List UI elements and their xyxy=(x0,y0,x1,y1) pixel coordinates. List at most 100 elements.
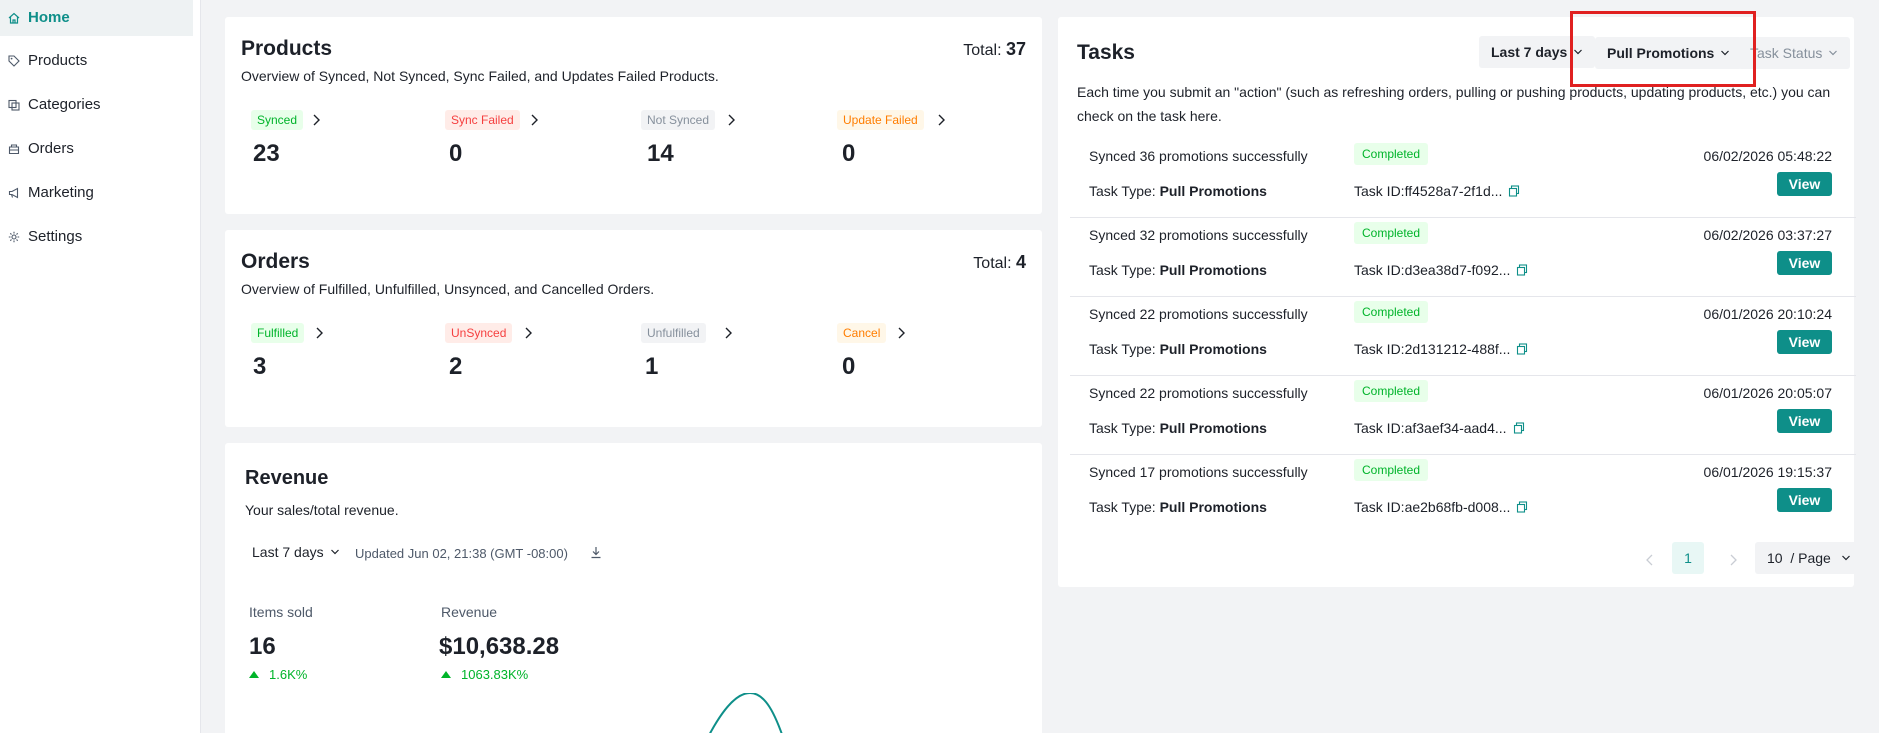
products-title: Products xyxy=(241,37,333,60)
task-type: Task Type: Pull Promotions xyxy=(1089,183,1267,199)
home-icon xyxy=(8,12,20,24)
task-list: Synced 36 promotions successfully Comple… xyxy=(1070,139,1856,539)
sidebar-item-orders[interactable]: Orders xyxy=(0,130,193,167)
chevron-right-icon[interactable] xyxy=(311,113,321,127)
sidebar-item-products[interactable]: Products xyxy=(0,42,193,79)
task-row: Synced 36 promotions successfully Comple… xyxy=(1070,139,1856,218)
tag-icon xyxy=(8,54,20,67)
categories-icon xyxy=(8,99,20,111)
task-status-badge: Completed xyxy=(1354,459,1429,481)
sidebar-item-marketing[interactable]: Marketing xyxy=(0,174,193,211)
task-status-badge: Completed xyxy=(1354,222,1429,244)
gear-icon xyxy=(8,231,20,243)
sidebar-item-label: Settings xyxy=(28,228,83,245)
sidebar: Home Products Categories Orders Marketin… xyxy=(0,0,201,733)
copy-icon[interactable] xyxy=(1513,422,1525,434)
view-button[interactable]: View xyxy=(1777,330,1832,354)
arrow-up-icon xyxy=(249,671,259,678)
not-synced-count: 14 xyxy=(647,140,674,167)
next-page-icon[interactable] xyxy=(1728,553,1738,566)
task-status-badge: Completed xyxy=(1354,380,1429,402)
update-failed-count: 0 xyxy=(842,140,856,167)
task-message: Synced 17 promotions successfully xyxy=(1089,464,1308,480)
sidebar-item-label: Marketing xyxy=(28,184,94,201)
products-subtitle: Overview of Synced, Not Synced, Sync Fai… xyxy=(241,68,719,84)
task-type: Task Type: Pull Promotions xyxy=(1089,262,1267,278)
sidebar-item-settings[interactable]: Settings xyxy=(0,218,193,255)
orders-subtitle: Overview of Fulfilled, Unfulfilled, Unsy… xyxy=(241,281,655,297)
orders-title: Orders xyxy=(241,250,310,273)
tasks-title: Tasks xyxy=(1077,41,1135,64)
task-id: Task ID: af3aef34-aad4... xyxy=(1354,420,1525,436)
copy-icon[interactable] xyxy=(1516,264,1528,276)
unsynced-count: 2 xyxy=(449,353,463,380)
products-card: Products Total: 37 Overview of Synced, N… xyxy=(225,17,1042,214)
items-sold-label: Items sold xyxy=(249,604,313,620)
synced-count: 23 xyxy=(253,140,280,167)
copy-icon[interactable] xyxy=(1516,343,1528,355)
task-message: Synced 32 promotions successfully xyxy=(1089,227,1308,243)
unfulfilled-tag[interactable]: Unfulfilled xyxy=(641,323,706,343)
items-sold-delta: 1.6K% xyxy=(249,667,307,682)
task-type: Task Type: Pull Promotions xyxy=(1089,499,1267,515)
not-synced-tag[interactable]: Not Synced xyxy=(641,110,716,130)
chevron-right-icon[interactable] xyxy=(723,326,733,340)
task-row: Synced 32 promotions successfully Comple… xyxy=(1070,218,1856,297)
sidebar-item-label: Products xyxy=(28,52,88,69)
orders-icon xyxy=(8,143,20,155)
task-type: Task Type: Pull Promotions xyxy=(1089,420,1267,436)
revenue-delta: 1063.83K% xyxy=(441,667,528,682)
unfulfilled-count: 1 xyxy=(645,353,659,380)
chevron-right-icon[interactable] xyxy=(936,113,946,127)
task-time: 06/01/2026 20:10:24 xyxy=(1703,306,1832,322)
view-button[interactable]: View xyxy=(1777,488,1832,512)
orders-total: Total: 4 xyxy=(973,252,1026,272)
task-status-badge: Completed xyxy=(1354,301,1429,323)
chevron-right-icon[interactable] xyxy=(529,113,539,127)
revenue-updated-text: Updated Jun 02, 21:38 (GMT -08:00) xyxy=(355,546,568,561)
task-id: Task ID: d3ea38d7-f092... xyxy=(1354,262,1528,278)
page-size-select[interactable]: 10 / Page xyxy=(1755,542,1863,574)
cancel-count: 0 xyxy=(842,353,856,380)
chevron-down-icon xyxy=(330,549,339,555)
task-id: Task ID: ff4528a7-2f1d... xyxy=(1354,183,1520,199)
megaphone-icon xyxy=(8,187,20,199)
task-message: Synced 22 promotions successfully xyxy=(1089,306,1308,322)
task-time: 06/01/2026 20:05:07 xyxy=(1703,385,1832,401)
task-time: 06/01/2026 19:15:37 xyxy=(1703,464,1832,480)
task-status-badge: Completed xyxy=(1354,143,1429,165)
sidebar-item-categories[interactable]: Categories xyxy=(0,86,193,123)
orders-card: Orders Total: 4 Overview of Fulfilled, U… xyxy=(225,230,1042,427)
copy-icon[interactable] xyxy=(1516,501,1528,513)
fulfilled-tag[interactable]: Fulfilled xyxy=(251,323,305,343)
fulfilled-count: 3 xyxy=(253,353,267,380)
revenue-range-select[interactable]: Last 7 days xyxy=(252,544,340,560)
revenue-title: Revenue xyxy=(245,467,329,489)
view-button[interactable]: View xyxy=(1777,251,1832,275)
prev-page-icon[interactable] xyxy=(1645,553,1655,566)
sidebar-item-label: Categories xyxy=(28,96,101,113)
view-button[interactable]: View xyxy=(1777,409,1832,433)
page-number-current[interactable]: 1 xyxy=(1672,542,1704,574)
cancel-tag[interactable]: Cancel xyxy=(837,323,887,343)
chevron-right-icon[interactable] xyxy=(726,113,736,127)
chevron-right-icon[interactable] xyxy=(896,326,906,340)
revenue-subtitle: Your sales/total revenue. xyxy=(245,502,399,518)
items-sold-value: 16 xyxy=(249,633,276,660)
highlight-box xyxy=(1570,11,1756,87)
chevron-right-icon[interactable] xyxy=(314,326,324,340)
revenue-value: $10,638.28 xyxy=(439,633,560,660)
sidebar-item-home[interactable]: Home xyxy=(0,0,193,36)
update-failed-tag[interactable]: Update Failed xyxy=(837,110,924,130)
synced-tag[interactable]: Synced xyxy=(251,110,304,130)
unsynced-tag[interactable]: UnSynced xyxy=(445,323,513,343)
download-icon[interactable] xyxy=(590,546,602,559)
copy-icon[interactable] xyxy=(1508,185,1520,197)
sync-failed-tag[interactable]: Sync Failed xyxy=(445,110,520,130)
chevron-right-icon[interactable] xyxy=(523,326,533,340)
revenue-card: Revenue Your sales/total revenue. Last 7… xyxy=(225,443,1042,733)
task-id: Task ID: ae2b68fb-d008... xyxy=(1354,499,1528,515)
chevron-down-icon xyxy=(1829,50,1838,56)
task-type: Task Type: Pull Promotions xyxy=(1089,341,1267,357)
view-button[interactable]: View xyxy=(1777,172,1832,196)
